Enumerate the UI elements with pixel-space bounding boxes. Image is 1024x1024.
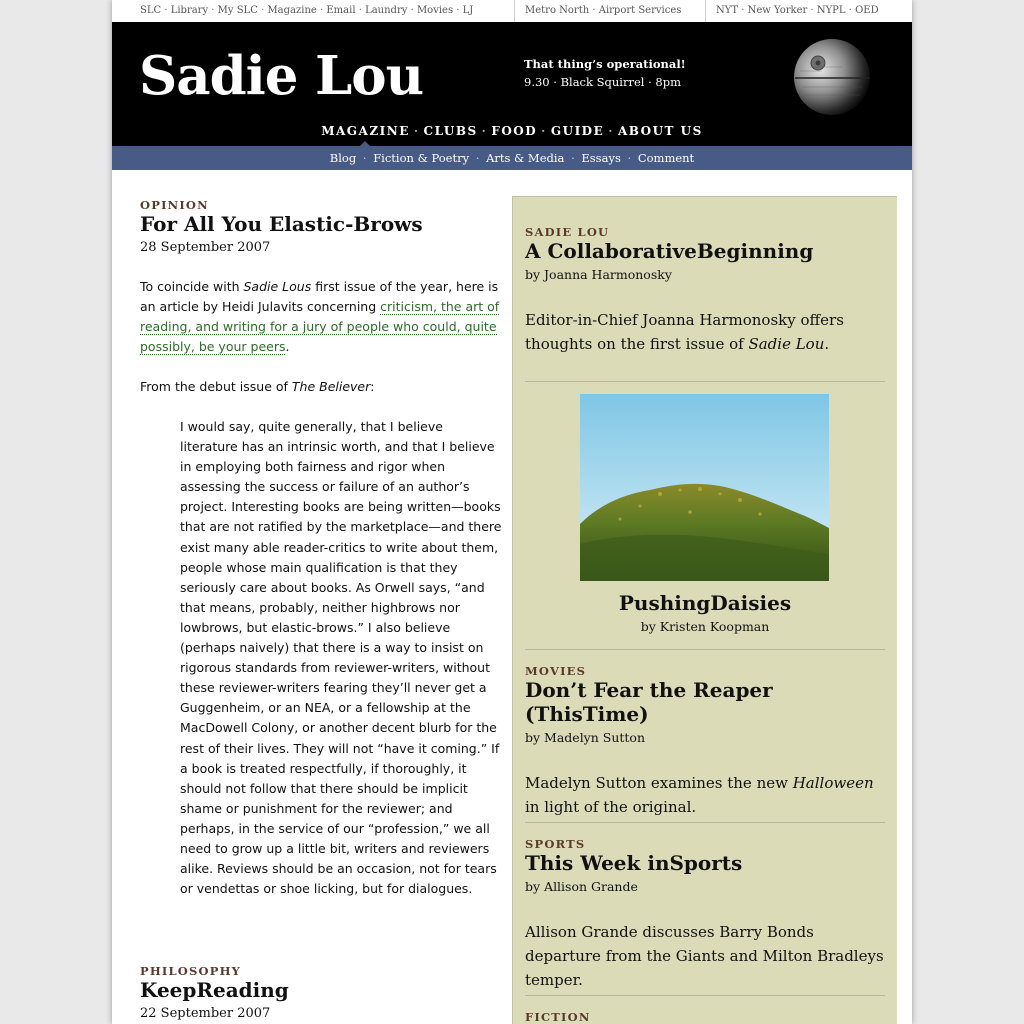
link-oed[interactable]: OED [855, 5, 879, 16]
sidebar-description: Editor-in-Chief Joanna Harmonosky offers… [525, 308, 885, 356]
link-nypl[interactable]: NYPL [817, 5, 846, 16]
nav-magazine[interactable]: MAGAZINE [321, 124, 410, 138]
sidebar-item-sports: SPORTS This Week inSports by Allison Gra… [525, 837, 885, 992]
article-body: To coincide with Sadie Lous first issue … [140, 277, 502, 899]
desc-text-end: . [824, 335, 830, 353]
announcement-headline: That thing’s operational! [524, 57, 686, 71]
subnav-essays[interactable]: Essays [581, 151, 620, 165]
link-my-slc[interactable]: My SLC [218, 5, 258, 16]
sidebar-item-fiction: FICTION [525, 1010, 885, 1024]
intro-text: To coincide with [140, 279, 244, 294]
article-intro: To coincide with Sadie Lous first issue … [140, 277, 502, 357]
link-magazine[interactable]: Magazine [267, 5, 316, 16]
utility-group-travel: Metro North · Airport Services [514, 0, 681, 22]
sidebar-item-pushing-daisies: PushingDaisies by Kristen Koopman [525, 591, 885, 634]
divider [525, 381, 885, 382]
sidebar-item-movies: MOVIES Don’t Fear the Reaper (ThisTime) … [525, 664, 885, 819]
article-source: From the debut issue of The Believer: [140, 377, 502, 397]
nav-clubs[interactable]: CLUBS [424, 124, 478, 138]
utility-group-references: NYT · New Yorker · NYPL · OED [705, 0, 879, 22]
block-quote: I would say, quite generally, that I bel… [180, 419, 502, 897]
subnav-blog[interactable]: Blog [330, 151, 356, 165]
subnav-comment[interactable]: Comment [638, 151, 694, 165]
article-title[interactable]: KeepReading [140, 978, 289, 1002]
desc-text: Madelyn Sutton examines the new [525, 774, 793, 792]
desc-text-end: in light of the original. [525, 798, 697, 816]
link-new-yorker[interactable]: New Yorker [748, 5, 808, 16]
nav-about-us[interactable]: ABOUT US [618, 124, 703, 138]
source-colon: : [370, 379, 375, 394]
sidebar-title[interactable]: This Week inSports [525, 851, 885, 875]
source-publication: The Believer [291, 379, 371, 394]
desc-emphasis: Sadie Lou [748, 335, 825, 353]
sidebar: SADIE LOU A CollaborativeBeginning by Jo… [512, 196, 897, 1024]
article-kicker[interactable]: OPINION [140, 198, 502, 212]
link-lj[interactable]: LJ [463, 5, 474, 16]
sidebar-description: Allison Grande discusses Barry Bonds dep… [525, 923, 884, 989]
article-opinion: OPINION For All You Elastic-Brows 28 Sep… [140, 198, 502, 899]
article-date: 22 September 2007 [140, 1006, 271, 1021]
link-movies[interactable]: Movies [417, 5, 453, 16]
link-library[interactable]: Library [171, 5, 208, 16]
sub-nav: Blog · Fiction & Poetry · Arts & Media ·… [112, 146, 912, 170]
link-slc[interactable]: SLC [140, 5, 161, 16]
sidebar-kicker[interactable]: SADIE LOU [525, 225, 885, 239]
death-star-icon [792, 37, 884, 117]
link-airport-services[interactable]: Airport Services [599, 5, 682, 16]
sidebar-title[interactable]: PushingDaisies [525, 591, 885, 615]
nav-guide[interactable]: GUIDE [551, 124, 604, 138]
page: SLC · Library · My SLC · Magazine · Emai… [112, 0, 912, 1024]
divider [525, 995, 885, 996]
article-date: 28 September 2007 [140, 240, 271, 255]
sidebar-byline: by Joanna Harmonosky [525, 267, 672, 282]
divider [525, 822, 885, 823]
main-nav: MAGAZINE · CLUBS · FOOD · GUIDE · ABOUT US [112, 124, 912, 146]
intro-emphasis: Sadie Lous [243, 279, 312, 294]
desc-emphasis: Halloween [792, 774, 874, 792]
site-logo[interactable]: Sadie Lou [139, 44, 424, 108]
sidebar-byline: by Kristen Koopman [640, 619, 770, 634]
subnav-arts-media[interactable]: Arts & Media [486, 151, 564, 165]
source-text: From the debut issue of [140, 379, 292, 394]
link-laundry[interactable]: Laundry [365, 5, 407, 16]
sidebar-byline: by Madelyn Sutton [525, 730, 646, 745]
intro-text-end: . [285, 339, 290, 354]
divider [525, 649, 885, 650]
nav-food[interactable]: FOOD [491, 124, 537, 138]
link-nyt[interactable]: NYT [716, 5, 738, 16]
article-kicker[interactable]: PHILOSOPHY [140, 964, 289, 978]
pushing-daisies-photo[interactable] [580, 394, 829, 581]
sidebar-kicker[interactable]: MOVIES [525, 664, 885, 678]
link-email[interactable]: Email [326, 5, 355, 16]
announcement-details: 9.30 · Black Squirrel · 8pm [524, 75, 681, 89]
subnav-fiction-poetry[interactable]: Fiction & Poetry [373, 151, 469, 165]
utility-group-slc: SLC · Library · My SLC · Magazine · Emai… [140, 5, 474, 16]
main-column: OPINION For All You Elastic-Brows 28 Sep… [140, 198, 502, 1021]
sidebar-title[interactable]: A CollaborativeBeginning [525, 239, 885, 263]
utility-links: SLC · Library · My SLC · Magazine · Emai… [112, 0, 912, 22]
sidebar-byline: by Allison Grande [525, 879, 638, 894]
announcement: That thing’s operational! 9.30 · Black S… [524, 55, 686, 91]
masthead: Sadie Lou That thing’s operational! 9.30… [112, 22, 912, 146]
sidebar-item-collaborative-beginning: SADIE LOU A CollaborativeBeginning by Jo… [525, 225, 885, 356]
sidebar-kicker[interactable]: FICTION [525, 1010, 885, 1024]
article-title[interactable]: For All You Elastic-Brows [140, 212, 502, 236]
sidebar-title[interactable]: Don’t Fear the Reaper (ThisTime) [525, 678, 885, 726]
sidebar-description: Madelyn Sutton examines the new Hallowee… [525, 771, 885, 819]
article-philosophy: PHILOSOPHY KeepReading 22 September 2007 [140, 964, 289, 1021]
link-metro-north[interactable]: Metro North [525, 5, 589, 16]
sidebar-kicker[interactable]: SPORTS [525, 837, 885, 851]
